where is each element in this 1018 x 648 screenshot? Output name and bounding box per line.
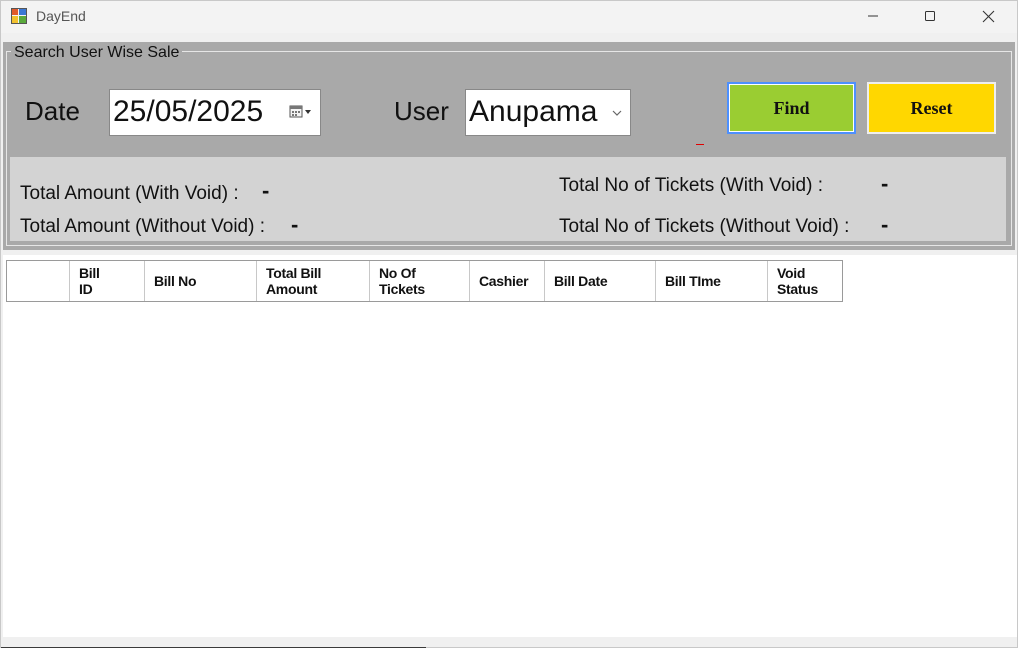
column-header-void-line2: Status: [777, 281, 818, 297]
close-button[interactable]: [959, 1, 1017, 31]
find-button[interactable]: Find: [727, 82, 856, 134]
column-header-bill-time[interactable]: Bill TIme: [655, 261, 767, 301]
grid-header: Bill ID Bill No Total Bill Amount No Of Tic…: [6, 260, 843, 302]
column-header-bill-no-line1: Bill No: [154, 273, 197, 289]
minimize-icon: [868, 15, 878, 17]
maximize-button[interactable]: [901, 1, 959, 31]
date-picker[interactable]: 25/05/2025: [109, 89, 321, 136]
column-header-tickets-line2: Tickets: [379, 281, 425, 297]
column-header-total-line1: Total Bill: [266, 265, 322, 281]
column-header-bill-id-line1: Bill: [79, 265, 100, 281]
total-amount-without-void-value: -: [291, 212, 299, 237]
calendar-dropdown-icon[interactable]: [288, 102, 316, 124]
window-title: DayEnd: [36, 8, 86, 24]
summary-panel: Total Amount (With Void) : - Total Amoun…: [10, 157, 1006, 241]
total-amount-without-void-label: Total Amount (Without Void) :: [20, 216, 266, 237]
total-amount-with-void-label: Total Amount (With Void) :: [20, 183, 239, 204]
column-header-void-status[interactable]: Void Status: [767, 261, 842, 301]
total-amount-with-void-value: -: [262, 178, 270, 203]
column-header-bill-id[interactable]: Bill ID: [69, 261, 144, 301]
column-header-cashier-line1: Cashier: [479, 273, 529, 289]
column-header-bill-time-line1: Bill TIme: [665, 273, 721, 289]
column-header-bill-date-line1: Bill Date: [554, 273, 608, 289]
user-value[interactable]: Anupama: [469, 95, 597, 129]
user-select[interactable]: Anupama: [465, 89, 631, 136]
user-label: User: [394, 96, 449, 126]
dayend-window: DayEnd Search User Wise Sale Date 25/05/…: [0, 0, 1018, 648]
row-header-corner[interactable]: [7, 261, 69, 301]
date-label: Date: [25, 96, 80, 126]
column-header-tickets-line1: No Of: [379, 265, 416, 281]
total-tickets-without-void-label: Total No of Tickets (Without Void) :: [559, 216, 850, 237]
close-icon: [982, 10, 994, 22]
date-value[interactable]: 25/05/2025: [113, 95, 263, 129]
column-header-total-line2: Amount: [266, 281, 318, 297]
column-header-bill-no[interactable]: Bill No: [144, 261, 256, 301]
validation-mark: [696, 144, 704, 145]
total-tickets-without-void-value: -: [881, 212, 889, 237]
bills-grid[interactable]: Bill ID Bill No Total Bill Amount No Of Tic…: [3, 255, 1017, 637]
column-header-cashier[interactable]: Cashier: [469, 261, 544, 301]
column-header-bill-id-line2: ID: [79, 281, 93, 297]
column-header-total-bill-amount[interactable]: Total Bill Amount: [256, 261, 369, 301]
reset-button[interactable]: Reset: [867, 82, 996, 134]
total-tickets-with-void-value: -: [881, 171, 889, 196]
minimize-button[interactable]: [844, 1, 902, 31]
total-tickets-with-void-label: Total No of Tickets (With Void) :: [559, 175, 823, 196]
column-header-no-of-tickets[interactable]: No Of Tickets: [369, 261, 469, 301]
search-group-title: Search User Wise Sale: [11, 44, 183, 62]
column-header-void-line1: Void: [777, 265, 806, 281]
column-header-bill-date[interactable]: Bill Date: [544, 261, 655, 301]
maximize-icon: [925, 11, 935, 21]
chevron-down-icon[interactable]: [611, 106, 623, 118]
app-icon: [11, 8, 27, 24]
window-bottom-edge: [1, 637, 1017, 647]
title-bar[interactable]: DayEnd: [1, 1, 1017, 33]
